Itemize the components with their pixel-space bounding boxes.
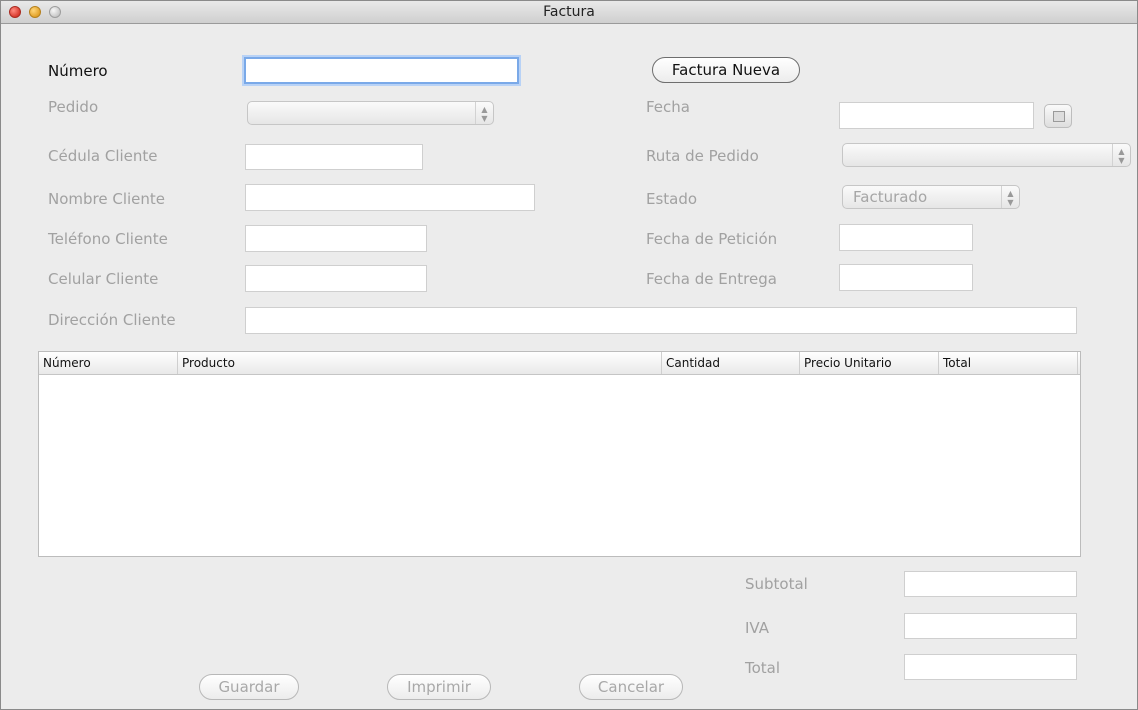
subtotal-input[interactable] <box>904 571 1077 597</box>
nombre-label: Nombre Cliente <box>48 190 166 208</box>
estado-label: Estado <box>646 190 698 208</box>
cedula-label: Cédula Cliente <box>48 147 158 165</box>
total-label: Total <box>745 659 781 677</box>
cedula-input[interactable] <box>245 144 423 170</box>
nombre-input[interactable] <box>245 184 535 211</box>
invoice-window: Factura Número Factura Nueva Pedido ▲ ▼ F… <box>0 0 1138 710</box>
window-title: Factura <box>543 4 595 20</box>
calendar-button[interactable] <box>1044 104 1072 128</box>
ruta-label: Ruta de Pedido <box>646 147 759 165</box>
fecha-entrega-label: Fecha de Entrega <box>646 270 777 288</box>
celular-input[interactable] <box>245 265 427 292</box>
calendar-icon <box>1053 111 1065 122</box>
estado-select-value: Facturado <box>853 188 928 206</box>
iva-input[interactable] <box>904 613 1077 639</box>
total-input[interactable] <box>904 654 1077 680</box>
direccion-label: Dirección Cliente <box>48 311 176 329</box>
up-down-arrows-icon: ▲ ▼ <box>475 102 493 124</box>
title-bar: Factura <box>1 1 1137 24</box>
guardar-button[interactable]: Guardar <box>199 674 299 700</box>
fecha-entrega-input[interactable] <box>839 264 973 291</box>
fecha-label: Fecha <box>646 98 690 116</box>
fecha-input[interactable] <box>839 102 1034 129</box>
numero-label: Número <box>48 62 108 80</box>
numero-input[interactable] <box>244 57 519 84</box>
fecha-peticion-label: Fecha de Petición <box>646 230 778 248</box>
column-header-numero[interactable]: Número <box>39 352 178 374</box>
column-header-precio-unitario[interactable]: Precio Unitario <box>800 352 939 374</box>
column-header-cantidad[interactable]: Cantidad <box>662 352 800 374</box>
up-down-arrows-icon: ▲ ▼ <box>1112 144 1130 166</box>
telefono-label: Teléfono Cliente <box>48 230 168 248</box>
iva-label: IVA <box>745 619 769 637</box>
invoice-items-table[interactable]: Número Producto Cantidad Precio Unitario… <box>38 351 1081 557</box>
subtotal-label: Subtotal <box>745 575 808 593</box>
telefono-input[interactable] <box>245 225 427 252</box>
celular-label: Celular Cliente <box>48 270 159 288</box>
column-header-producto[interactable]: Producto <box>178 352 662 374</box>
cancelar-button[interactable]: Cancelar <box>579 674 683 700</box>
pedido-select[interactable]: ▲ ▼ <box>247 101 494 125</box>
up-down-arrows-icon: ▲ ▼ <box>1001 186 1019 208</box>
factura-nueva-button[interactable]: Factura Nueva <box>652 57 800 83</box>
table-header: Número Producto Cantidad Precio Unitario… <box>39 352 1080 375</box>
column-header-total[interactable]: Total <box>939 352 1078 374</box>
imprimir-button[interactable]: Imprimir <box>387 674 491 700</box>
direccion-input[interactable] <box>245 307 1077 334</box>
estado-select[interactable]: Facturado ▲ ▼ <box>842 185 1020 209</box>
pedido-label: Pedido <box>48 98 99 116</box>
fecha-peticion-input[interactable] <box>839 224 973 251</box>
ruta-select[interactable]: ▲ ▼ <box>842 143 1131 167</box>
